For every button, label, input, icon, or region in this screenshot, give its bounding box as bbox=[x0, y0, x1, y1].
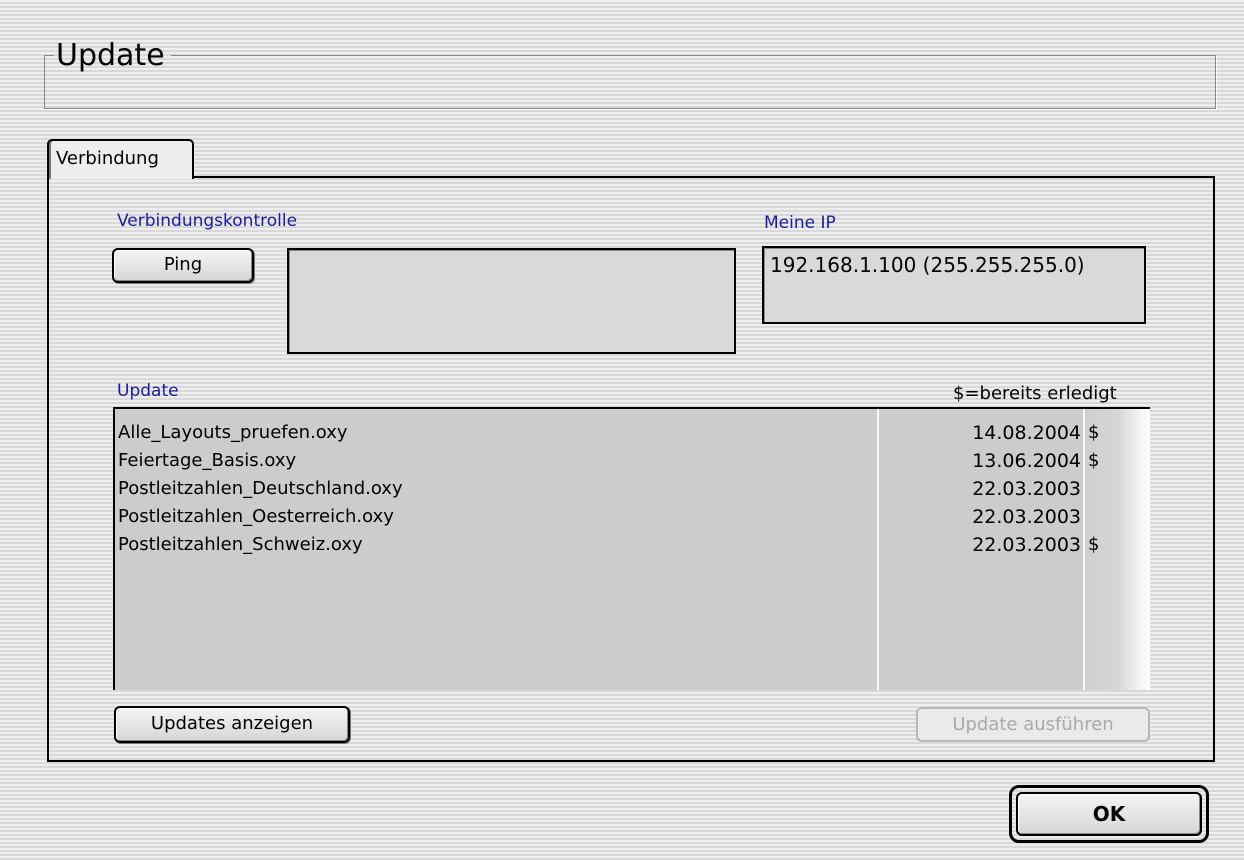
ok-button-label: OK bbox=[1016, 792, 1202, 836]
window-title: Update bbox=[54, 36, 171, 76]
tab-verbindung[interactable]: Verbindung bbox=[47, 139, 194, 179]
list-item-done-flag: $ bbox=[1088, 450, 1100, 471]
title-group-box bbox=[44, 55, 1216, 109]
list-item-date: 13.06.2004 bbox=[972, 450, 1081, 472]
run-update-button[interactable]: Update ausführen bbox=[916, 707, 1150, 742]
list-item[interactable]: Alle_Layouts_pruefen.oxy 14.08.2004 $ bbox=[115, 419, 1150, 447]
update-section-label: Update bbox=[117, 381, 179, 401]
ok-button[interactable]: OK bbox=[1009, 785, 1209, 843]
list-item[interactable]: Postleitzahlen_Deutschland.oxy 22.03.200… bbox=[115, 475, 1150, 503]
ip-section-label: Meine IP bbox=[764, 213, 836, 233]
list-item-name: Postleitzahlen_Deutschland.oxy bbox=[118, 478, 403, 499]
ip-value: 192.168.1.100 (255.255.255.0) bbox=[770, 253, 1085, 277]
list-item-name: Postleitzahlen_Schweiz.oxy bbox=[118, 534, 363, 555]
list-item[interactable]: Postleitzahlen_Oesterreich.oxy 22.03.200… bbox=[115, 503, 1150, 531]
done-legend: $=bereits erledigt bbox=[953, 383, 1117, 404]
ping-button[interactable]: Ping bbox=[112, 248, 254, 283]
tab-panel-top-border bbox=[194, 176, 1215, 178]
list-item-done-flag: $ bbox=[1088, 422, 1100, 443]
show-updates-button[interactable]: Updates anzeigen bbox=[114, 706, 350, 743]
list-item-date: 22.03.2003 bbox=[972, 478, 1081, 500]
list-item-date: 22.03.2003 bbox=[972, 534, 1081, 556]
ping-output-field bbox=[287, 248, 736, 354]
list-item-date: 22.03.2003 bbox=[972, 506, 1081, 528]
list-item-date: 14.08.2004 bbox=[972, 422, 1081, 444]
connection-section-label: Verbindungskontrolle bbox=[117, 211, 298, 231]
update-list[interactable]: Alle_Layouts_pruefen.oxy 14.08.2004 $ Fe… bbox=[113, 407, 1150, 690]
list-item-name: Feiertage_Basis.oxy bbox=[118, 450, 297, 471]
list-item-done-flag: $ bbox=[1088, 534, 1100, 555]
list-item-name: Postleitzahlen_Oesterreich.oxy bbox=[118, 506, 394, 527]
list-item-name: Alle_Layouts_pruefen.oxy bbox=[118, 422, 348, 443]
list-item[interactable]: Feiertage_Basis.oxy 13.06.2004 $ bbox=[115, 447, 1150, 475]
ip-field: 192.168.1.100 (255.255.255.0) bbox=[762, 246, 1146, 324]
list-item[interactable]: Postleitzahlen_Schweiz.oxy 22.03.2003 $ bbox=[115, 531, 1150, 559]
